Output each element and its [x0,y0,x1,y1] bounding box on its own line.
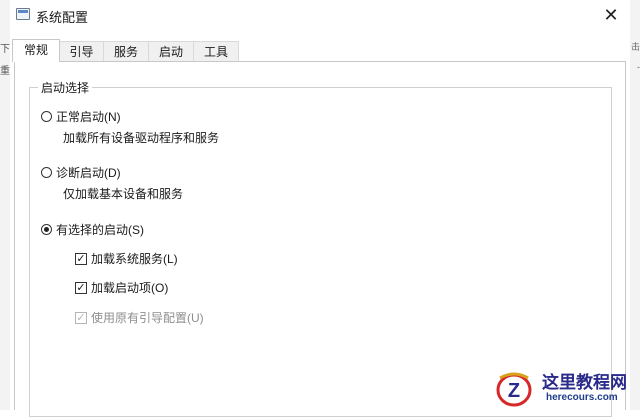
background-text: 下 [0,44,10,55]
diagnostic-startup-description: 仅加载基本设备和服务 [63,187,184,201]
check-icon: ✓ [75,311,87,324]
load-system-services-checkbox[interactable]: ✓ 加载系统服务(L) [75,250,178,267]
load-startup-items-label: 加载启动项(O) [91,281,169,295]
selective-startup-label: 有选择的启动(S) [56,223,144,237]
radio-circle [41,111,52,122]
general-tab-panel: 启动选择 正常启动(N) 加载所有设备驱动程序和服务 诊断启动(D) 仅加载基本… [14,61,626,417]
tab-boot[interactable]: 引导 [59,41,104,61]
selective-startup-radio[interactable]: 有选择的启动(S) [41,221,144,238]
radio-circle-selected [41,224,52,235]
background-text: 重 [0,66,10,77]
tab-tools[interactable]: 工具 [193,41,239,61]
system-config-icon [16,8,30,20]
watermark-title: 这里教程网 [542,373,627,393]
window-title: 系统配置 [36,10,89,25]
system-configuration-dialog: 系统配置 ✕ 常规 引导 服务 启动 工具 启动选择 正常启动(N) 加载所有设… [10,0,630,417]
normal-startup-description: 加载所有设备驱动程序和服务 [63,131,220,145]
watermark-url: herecours.com [546,392,618,403]
check-icon: ✓ [75,281,87,294]
site-watermark: Z 这里教程网 herecours.com [492,364,640,410]
use-original-boot-config-label: 使用原有引导配置(U) [91,311,204,325]
tab-general[interactable]: 常规 [12,39,60,62]
title-bar: 系统配置 ✕ [10,0,630,32]
load-system-services-label: 加载系统服务(L) [91,252,178,266]
group-legend: 启动选择 [38,79,93,96]
background-text: 击 [630,42,640,52]
check-icon: ✓ [75,252,87,265]
use-original-boot-config-checkbox: ✓ 使用原有引导配置(U) [75,309,204,326]
normal-startup-radio[interactable]: 正常启动(N) [41,108,121,125]
normal-startup-label: 正常启动(N) [56,110,121,124]
site-logo-icon: Z [496,372,532,407]
background-window-right: 击 - [629,0,640,410]
logo-letter: Z [508,380,520,402]
tab-services[interactable]: 服务 [103,41,149,61]
diagnostic-startup-radio[interactable]: 诊断启动(D) [41,164,121,181]
diagnostic-startup-label: 诊断启动(D) [56,166,121,180]
load-startup-items-checkbox[interactable]: ✓ 加载启动项(O) [75,279,168,296]
tab-startup[interactable]: 启动 [148,41,194,61]
close-button[interactable]: ✕ [598,2,624,28]
radio-circle [41,167,52,178]
